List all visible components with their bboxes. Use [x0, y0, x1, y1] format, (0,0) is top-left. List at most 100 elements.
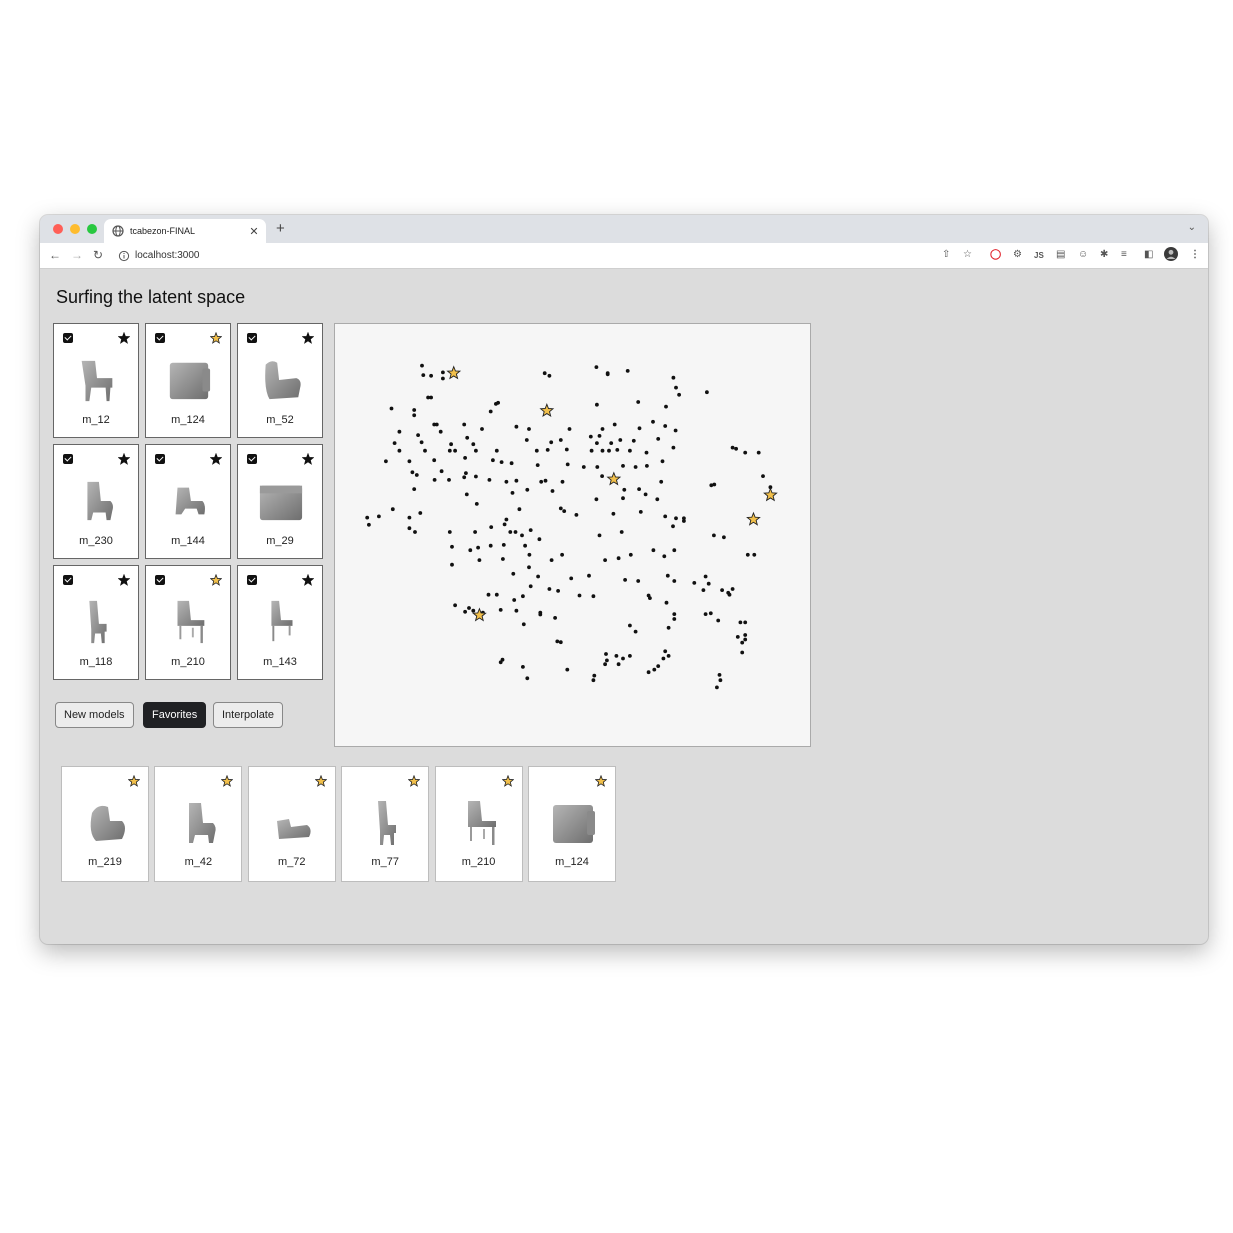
- latent-point[interactable]: [545, 448, 550, 452]
- latent-point[interactable]: [564, 447, 569, 452]
- latent-point[interactable]: [524, 438, 529, 442]
- latent-point[interactable]: [612, 422, 617, 427]
- favorites-button[interactable]: Favorites: [143, 702, 207, 728]
- latent-point[interactable]: [488, 409, 493, 414]
- chair-model-thumbnail[interactable]: [82, 797, 130, 849]
- latent-point[interactable]: [600, 427, 605, 431]
- new-tab-button[interactable]: +: [276, 220, 285, 237]
- latent-point[interactable]: [712, 482, 717, 487]
- latent-point[interactable]: [527, 565, 531, 570]
- favorite-star-icon[interactable]: [302, 453, 314, 465]
- latent-point[interactable]: [628, 654, 632, 658]
- puzzle-icon[interactable]: ✱: [1100, 249, 1108, 260]
- more-menu-icon[interactable]: ⋮: [1190, 249, 1200, 260]
- model-checkbox[interactable]: [63, 333, 73, 343]
- latent-point[interactable]: [621, 464, 625, 468]
- latent-point[interactable]: [600, 448, 605, 453]
- latent-point[interactable]: [421, 373, 426, 377]
- latent-point[interactable]: [621, 656, 625, 661]
- latent-point[interactable]: [663, 424, 668, 428]
- favorite-card[interactable]: m_124: [528, 766, 616, 882]
- latent-point[interactable]: [619, 530, 624, 534]
- model-checkbox[interactable]: [155, 333, 165, 343]
- latent-point[interactable]: [631, 438, 636, 443]
- latent-point[interactable]: [416, 433, 420, 437]
- latent-point[interactable]: [591, 678, 596, 683]
- bookmark-star-icon[interactable]: ☆: [963, 249, 972, 260]
- latent-point[interactable]: [745, 552, 750, 557]
- latent-point[interactable]: [542, 371, 547, 376]
- latent-point[interactable]: [474, 448, 478, 453]
- latent-point[interactable]: [672, 548, 677, 553]
- latent-point[interactable]: [471, 608, 476, 613]
- latent-point[interactable]: [706, 581, 711, 586]
- latent-point[interactable]: [743, 633, 748, 637]
- latent-point[interactable]: [520, 533, 524, 538]
- latent-point[interactable]: [701, 588, 706, 592]
- latent-point[interactable]: [494, 592, 499, 597]
- latent-point[interactable]: [486, 592, 491, 597]
- latent-point[interactable]: [377, 514, 381, 519]
- latent-point[interactable]: [499, 460, 504, 464]
- back-arrow-icon[interactable]: ←: [49, 248, 61, 262]
- latent-point[interactable]: [560, 552, 564, 557]
- latent-point[interactable]: [734, 446, 738, 451]
- latent-point[interactable]: [616, 556, 621, 561]
- model-card[interactable]: m_230: [53, 444, 139, 559]
- latent-point[interactable]: [423, 448, 427, 453]
- latent-point[interactable]: [441, 376, 445, 381]
- latent-point[interactable]: [756, 450, 761, 455]
- latent-point[interactable]: [656, 664, 661, 668]
- latent-point[interactable]: [638, 510, 643, 514]
- latent-point[interactable]: [553, 616, 557, 620]
- share-icon[interactable]: ⇧: [942, 249, 950, 260]
- latent-point[interactable]: [716, 618, 721, 623]
- latent-point[interactable]: [592, 673, 597, 678]
- browser-tab[interactable]: tcabezon-FINAL ✕: [104, 219, 266, 243]
- profile-avatar[interactable]: [1164, 247, 1178, 264]
- latent-point[interactable]: [527, 427, 531, 431]
- model-card[interactable]: m_124: [145, 323, 231, 438]
- forward-arrow-icon[interactable]: →: [71, 248, 83, 262]
- latent-point[interactable]: [664, 404, 668, 409]
- latent-point[interactable]: [645, 464, 649, 468]
- latent-point[interactable]: [605, 371, 610, 376]
- latent-point[interactable]: [730, 445, 735, 450]
- latent-point[interactable]: [625, 369, 630, 373]
- latent-point[interactable]: [672, 612, 677, 616]
- latent-point[interactable]: [512, 598, 517, 602]
- latent-point[interactable]: [682, 516, 686, 521]
- latent-point[interactable]: [463, 456, 467, 460]
- latent-point[interactable]: [547, 587, 552, 591]
- latent-point[interactable]: [525, 487, 530, 492]
- latent-point[interactable]: [595, 465, 600, 469]
- latent-point[interactable]: [663, 514, 668, 519]
- latent-point[interactable]: [651, 548, 656, 553]
- latent-point[interactable]: [674, 385, 678, 390]
- latent-point[interactable]: [722, 535, 726, 540]
- latent-point[interactable]: [588, 434, 593, 439]
- gear-extension-icon[interactable]: ⚙: [1013, 249, 1022, 260]
- latent-point[interactable]: [574, 513, 579, 517]
- favorite-card[interactable]: m_210: [434, 766, 523, 882]
- latent-point[interactable]: [502, 522, 507, 527]
- latent-point[interactable]: [618, 438, 623, 442]
- tab-search-chevron-icon[interactable]: ⌄: [1188, 222, 1196, 233]
- latent-point[interactable]: [407, 526, 412, 531]
- latent-point[interactable]: [488, 543, 493, 548]
- model-card[interactable]: m_118: [53, 565, 139, 680]
- latent-point[interactable]: [537, 537, 542, 542]
- js-extension-icon[interactable]: JS: [1034, 251, 1044, 260]
- latent-point[interactable]: [508, 530, 513, 534]
- latent-point[interactable]: [577, 593, 582, 598]
- latent-point[interactable]: [708, 611, 713, 616]
- latent-point[interactable]: [637, 487, 641, 491]
- latent-point[interactable]: [447, 530, 452, 534]
- latent-point[interactable]: [429, 395, 433, 400]
- latent-point[interactable]: [666, 625, 671, 630]
- latent-point[interactable]: [555, 639, 560, 644]
- favorite-star-icon[interactable]: [118, 574, 130, 586]
- chair-model-thumbnail[interactable]: [269, 797, 317, 849]
- latent-point[interactable]: [539, 479, 544, 484]
- latent-point[interactable]: [558, 438, 563, 442]
